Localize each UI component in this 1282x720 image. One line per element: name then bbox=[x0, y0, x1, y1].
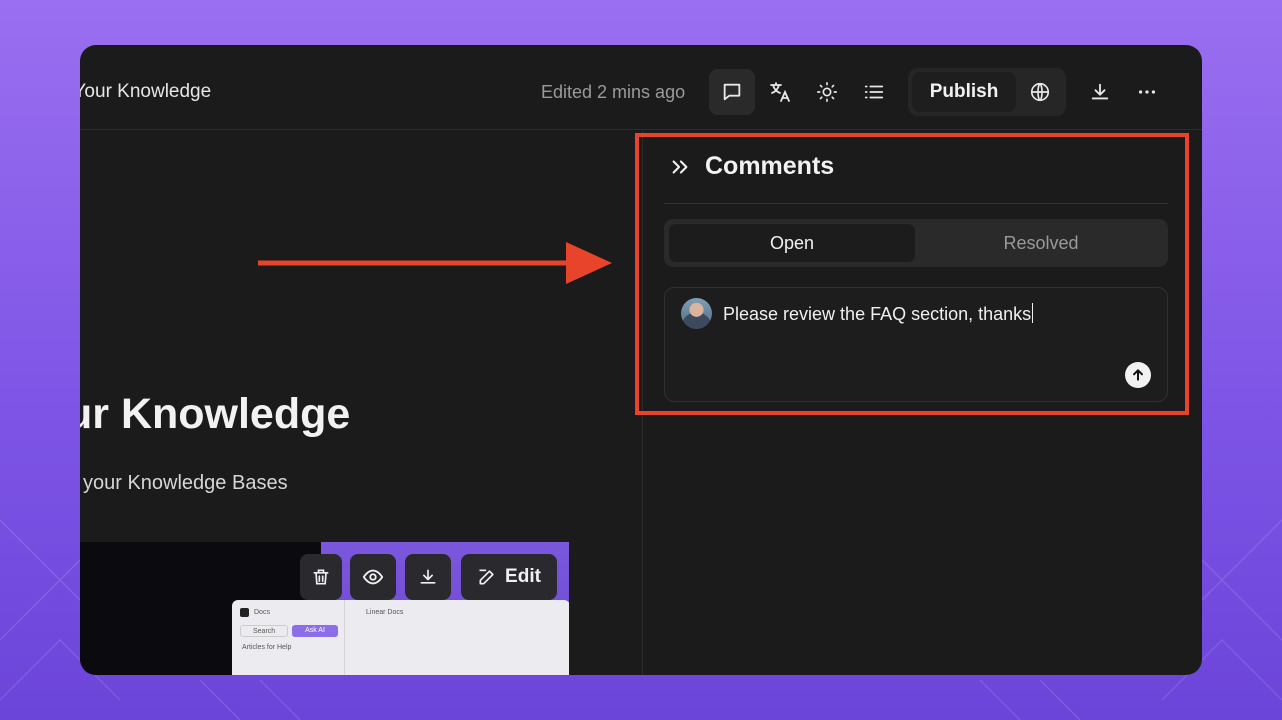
more-icon bbox=[1138, 90, 1156, 94]
preview-breadcrumb: Linear Docs bbox=[366, 609, 404, 616]
theme-icon bbox=[817, 82, 837, 102]
download-button[interactable] bbox=[1077, 69, 1123, 115]
outline-icon bbox=[864, 85, 884, 99]
eye-icon bbox=[362, 569, 384, 585]
more-button[interactable] bbox=[1124, 69, 1170, 115]
trash-icon bbox=[313, 569, 329, 585]
preview-media-button[interactable] bbox=[350, 554, 396, 600]
preview-ask-ai: Ask AI bbox=[292, 625, 338, 637]
download-icon bbox=[1091, 83, 1109, 100]
download-icon bbox=[420, 569, 436, 584]
translate-icon bbox=[770, 82, 790, 102]
translate-button[interactable] bbox=[757, 69, 803, 115]
top-bar: g Your Knowledge Edited 2 mins ago Publi… bbox=[80, 45, 1202, 130]
page-heading: ur Knowledge bbox=[80, 390, 351, 438]
edited-status: Edited 2 mins ago bbox=[541, 82, 686, 102]
highlight-annotation-box bbox=[635, 133, 1189, 415]
theme-button[interactable] bbox=[804, 69, 850, 115]
preview-screenshot: Docs Search Ask AI Articles for Help Lin… bbox=[232, 600, 569, 675]
edit-icon bbox=[479, 569, 494, 585]
preview-divider bbox=[344, 600, 345, 675]
preview-sidebar-title: Docs bbox=[254, 609, 270, 616]
preview-search: Search bbox=[240, 625, 288, 637]
outline-button[interactable] bbox=[851, 69, 897, 115]
page-subheading: your Knowledge Bases bbox=[83, 472, 288, 494]
delete-media-button[interactable] bbox=[300, 554, 342, 600]
annotation-arrow-icon bbox=[258, 242, 612, 284]
edit-media-button[interactable]: Edit bbox=[461, 554, 557, 600]
document-title: g Your Knowledge bbox=[80, 81, 212, 102]
docs-logo-icon bbox=[240, 608, 249, 617]
publish-settings-button[interactable] bbox=[1018, 72, 1062, 112]
embedded-media[interactable]: Docs Search Ask AI Articles for Help Lin… bbox=[80, 542, 569, 675]
download-media-button[interactable] bbox=[405, 554, 451, 600]
globe-icon bbox=[1030, 82, 1050, 102]
edit-label: Edit bbox=[505, 566, 541, 587]
publish-group: Publish bbox=[908, 68, 1066, 116]
comment-icon bbox=[723, 83, 741, 101]
publish-button[interactable]: Publish bbox=[912, 72, 1016, 112]
preview-section-label: Articles for Help bbox=[242, 644, 292, 651]
comments-toggle-button[interactable] bbox=[709, 69, 755, 115]
